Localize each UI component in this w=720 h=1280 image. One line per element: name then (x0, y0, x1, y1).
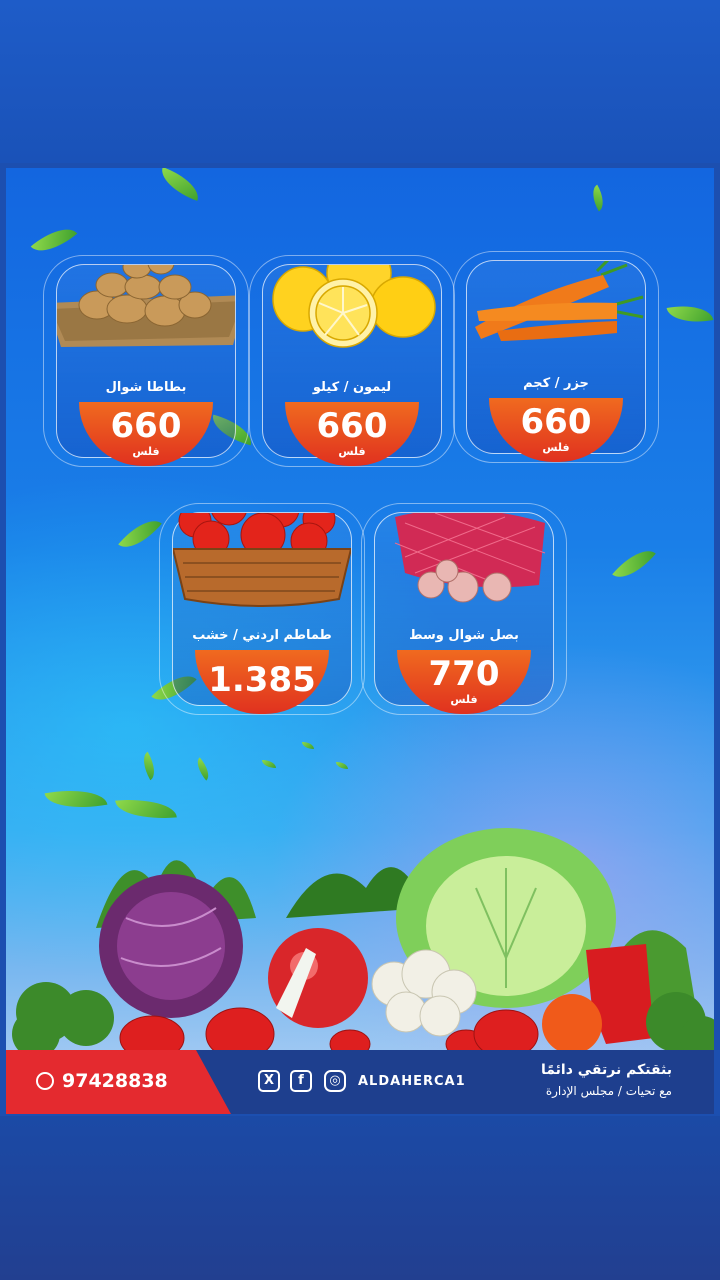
leaf-decoration (192, 757, 214, 781)
price-value: 770 (428, 654, 500, 694)
leaf-decoration (30, 218, 78, 262)
signature: مع تحيات / مجلس الإدارة (545, 1084, 672, 1098)
leaf-decoration (118, 510, 162, 558)
whatsapp-icon (36, 1072, 54, 1090)
price-badge: 770 فلس (397, 650, 531, 714)
phone-number: 97428838 (62, 1070, 168, 1092)
tomatoes-image (173, 513, 351, 607)
onions-image (394, 513, 546, 603)
product-card-potatoes[interactable]: بطاطا شوال 660 فلس (43, 255, 249, 467)
price-unit: فلس (132, 445, 160, 458)
bottom-band (0, 1116, 720, 1280)
potatoes-image (57, 265, 235, 347)
product-card-lemons[interactable]: ليمون / كيلو 660 فلس (249, 255, 455, 467)
x-icon[interactable]: X (258, 1070, 280, 1092)
price-unit: فلس (450, 693, 478, 706)
top-band (0, 0, 720, 163)
price-unit: فلس (542, 441, 570, 454)
facebook-icon[interactable]: f (290, 1070, 312, 1092)
product-card-onions[interactable]: بصل شوال وسط 770 فلس (361, 503, 567, 715)
price-unit: فلس (338, 445, 366, 458)
promo-poster: بطاطا شوال 660 فلس ليمون / كيلو 660 فلس … (6, 168, 714, 1114)
phone-box[interactable]: 97428838 (6, 1050, 231, 1114)
leaf-decoration (612, 540, 656, 588)
leaf-decoration (586, 184, 610, 212)
leaf-decoration (137, 751, 161, 781)
footer-bar: 97428838 X f ◎ ALDAHERCA1 بثقتكم نرتقي د… (6, 1050, 714, 1114)
slogan: بثقتكم نرتقي دائمًا (541, 1062, 672, 1078)
price-value: 660 (110, 406, 182, 446)
product-card-tomatoes[interactable]: طماطم اردني / خشب 1.385 (159, 503, 365, 715)
product-name: بصل شوال وسط (409, 628, 519, 643)
price-value: 660 (316, 406, 388, 446)
price-badge: 660 فلس (79, 402, 213, 466)
price-value: 660 (520, 402, 592, 442)
product-name: ليمون / كيلو (312, 380, 392, 395)
product-card-carrots[interactable]: جزر / كجم 660 فلس (453, 251, 659, 463)
price-badge: 660 فلس (489, 398, 623, 462)
vegetables-banner (12, 828, 714, 1058)
lemons-image (272, 265, 436, 348)
product-name: جزر / كجم (523, 376, 589, 391)
price-badge: 660 فلس (285, 402, 419, 466)
social-handle: ALDAHERCA1 (358, 1074, 466, 1089)
carrots-image (475, 261, 644, 341)
leaf-decoration (336, 762, 348, 769)
price-value: 1.385 (208, 660, 316, 700)
leaf-decoration (302, 742, 314, 749)
instagram-icon[interactable]: ◎ (324, 1070, 346, 1092)
leaf-decoration (666, 300, 714, 328)
leaf-decoration (155, 168, 205, 201)
product-name: بطاطا شوال (105, 380, 187, 395)
leaf-decoration (262, 760, 276, 768)
product-name: طماطم اردني / خشب (192, 628, 332, 643)
